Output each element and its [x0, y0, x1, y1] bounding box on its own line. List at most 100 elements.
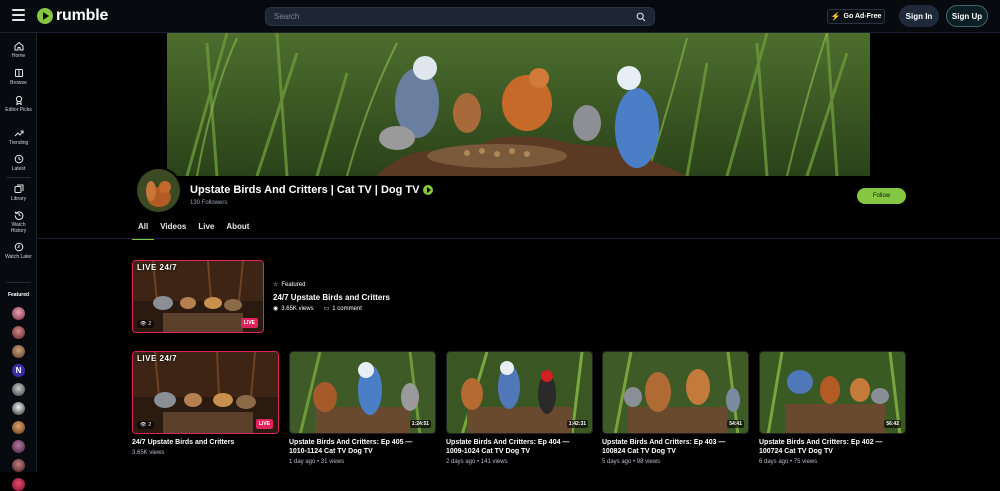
search-icon[interactable] — [636, 12, 646, 22]
award-icon — [15, 95, 22, 105]
sidebar-item-label: Browse — [10, 80, 27, 86]
logo-text: rumble — [56, 7, 109, 24]
featured-channel-avatar[interactable] — [12, 459, 25, 472]
follower-count: 130 Followers — [190, 200, 228, 206]
video-title-line-1: Upstate Birds And Critters: Ep 404 — — [446, 439, 570, 446]
channel-avatar[interactable] — [135, 167, 182, 214]
video-title[interactable]: Upstate Birds And Critters: Ep 402 — 1007… — [759, 438, 882, 456]
sidebar-item-latest[interactable]: Latest — [0, 154, 37, 172]
sidebar-item-library[interactable]: Library — [0, 184, 37, 202]
verified-icon — [423, 185, 434, 195]
featured-channel-avatar[interactable] — [12, 326, 25, 339]
watchers-badge: 👁 2 — [137, 421, 155, 429]
featured-channel-avatar[interactable] — [12, 421, 25, 434]
sidebar-item-label: Library — [10, 196, 27, 202]
video-title-line-1: Upstate Birds And Critters: Ep 403 — — [602, 439, 726, 446]
top-bar: rumble ⚡ Go Ad-Free Sign In Sign Up — [0, 0, 1000, 33]
rumble-logo-icon — [37, 8, 53, 24]
browse-icon — [14, 69, 23, 77]
video-thumbnail[interactable]: 1:24:51 — [289, 351, 436, 434]
featured-channel-avatar[interactable] — [12, 478, 25, 491]
video-thumbnail[interactable]: LIVE 24/7 👁 2 LIVE — [132, 351, 279, 434]
sidebar-item-label: Watch History — [10, 222, 27, 234]
go-ad-free-label: Go Ad-Free — [843, 13, 882, 20]
trending-icon — [14, 130, 23, 137]
video-duration: 1:42:31 — [566, 420, 588, 428]
video-title-line-2: 100824 Cat TV Dog TV — [602, 448, 676, 455]
featured-video-thumbnail[interactable]: LIVE 24/7 👁 2 LIVE — [132, 260, 264, 333]
sidebar-item-label: Home — [11, 53, 26, 59]
video-thumbnail[interactable]: 56:42 — [759, 351, 906, 434]
video-title[interactable]: Upstate Birds And Critters: Ep 405 — 1010… — [289, 438, 412, 456]
sidebar-item-label: Trending — [8, 140, 29, 146]
sidebar-divider — [6, 177, 31, 178]
featured-label: ☆ Featured — [273, 281, 306, 289]
featured-label-text: Featured — [281, 281, 306, 288]
rumble-logo[interactable]: rumble — [37, 7, 108, 25]
video-duration: 1:24:51 — [409, 420, 431, 428]
comment-icon: ▭ — [323, 306, 330, 312]
live-247-tag: LIVE 24/7 — [137, 354, 178, 363]
featured-channel-avatar[interactable]: N — [12, 364, 25, 377]
views: ◉ 3.65K views — [273, 305, 314, 313]
sidebar-item-editor-picks[interactable]: Editor Picks — [0, 95, 37, 113]
search-bar[interactable] — [265, 7, 655, 26]
featured-channel-avatar[interactable] — [12, 383, 25, 396]
go-ad-free-button[interactable]: ⚡ Go Ad-Free — [827, 9, 885, 24]
featured-channel-avatar[interactable] — [12, 345, 25, 358]
sidebar-item-label: Latest — [11, 166, 26, 172]
video-meta: 1 day ago • 31 views — [289, 459, 345, 465]
channel-title: Upstate Birds And Critters | Cat TV | Do… — [190, 184, 434, 196]
video-meta: 3.65K views — [132, 450, 165, 456]
live-badge: LIVE — [240, 318, 258, 328]
video-title[interactable]: Upstate Birds And Critters: Ep 404 — 1009… — [446, 438, 569, 456]
video-duration: 54:41 — [727, 420, 744, 428]
tabs-divider — [37, 238, 1000, 239]
watch-later-icon — [14, 242, 23, 252]
featured-channel-avatar[interactable] — [12, 307, 25, 320]
live-247-tag: LIVE 24/7 — [137, 263, 178, 272]
sidebar-item-watch-history[interactable]: Watch History — [0, 210, 37, 234]
sidebar-item-watch-later[interactable]: Watch Later — [0, 242, 37, 260]
sidebar-item-label: Watch Later — [5, 254, 32, 260]
video-duration: 56:42 — [884, 420, 901, 428]
video-thumbnail[interactable]: 54:41 — [602, 351, 749, 434]
video-title-line-1: Upstate Birds And Critters: Ep 405 — — [289, 439, 413, 446]
sidebar-item-trending[interactable]: Trending — [0, 128, 37, 146]
lightning-icon: ⚡ — [830, 12, 841, 21]
video-meta: 5 days ago • 98 views — [602, 459, 661, 465]
comments-count: 1 comment — [332, 305, 362, 312]
channel-name: Upstate Birds And Critters | Cat TV | Do… — [190, 184, 420, 196]
video-thumbnail[interactable]: 1:42:31 — [446, 351, 593, 434]
search-input[interactable] — [274, 12, 624, 21]
watchers-count: 2 — [148, 321, 152, 327]
views-count: 3.65K views — [281, 305, 314, 312]
featured-video-title[interactable]: 24/7 Upstate Birds and Critters — [273, 293, 390, 302]
banner-image — [167, 33, 870, 176]
follow-button[interactable]: Follow — [857, 188, 906, 204]
featured-heading: Featured — [7, 292, 30, 298]
eye-icon: 👁 — [140, 321, 147, 327]
featured-channel-avatar[interactable] — [12, 440, 25, 453]
video-title[interactable]: Upstate Birds And Critters: Ep 403 — 1008… — [602, 438, 725, 456]
menu-icon[interactable] — [12, 9, 25, 21]
sidebar-item-home[interactable]: Home — [0, 41, 37, 59]
video-title-line-2: 100724 Cat TV Dog TV — [759, 448, 833, 455]
video-meta: 2 days ago • 141 views — [446, 459, 508, 465]
sidebar-item-browse[interactable]: Browse — [0, 68, 37, 86]
comments[interactable]: ▭ 1 comment — [323, 305, 362, 313]
home-icon — [14, 41, 23, 51]
live-badge: LIVE — [255, 419, 273, 429]
video-title[interactable]: 24/7 Upstate Birds and Critters — [132, 438, 234, 447]
sign-in-button[interactable]: Sign In — [899, 5, 939, 27]
featured-channel-avatar[interactable] — [12, 402, 25, 415]
library-icon — [14, 184, 23, 193]
sidebar-item-label: Editor Picks — [5, 107, 32, 113]
sign-up-button[interactable]: Sign Up — [946, 5, 988, 27]
watchers-count: 2 — [148, 422, 152, 428]
video-title-line-2: 1010-1124 Cat TV Dog TV — [289, 448, 373, 455]
sidebar-divider — [6, 282, 31, 283]
watchers-badge: 👁 2 — [137, 320, 155, 328]
video-meta: 6 days ago • 75 views — [759, 459, 818, 465]
eye-icon: ◉ — [273, 306, 279, 312]
